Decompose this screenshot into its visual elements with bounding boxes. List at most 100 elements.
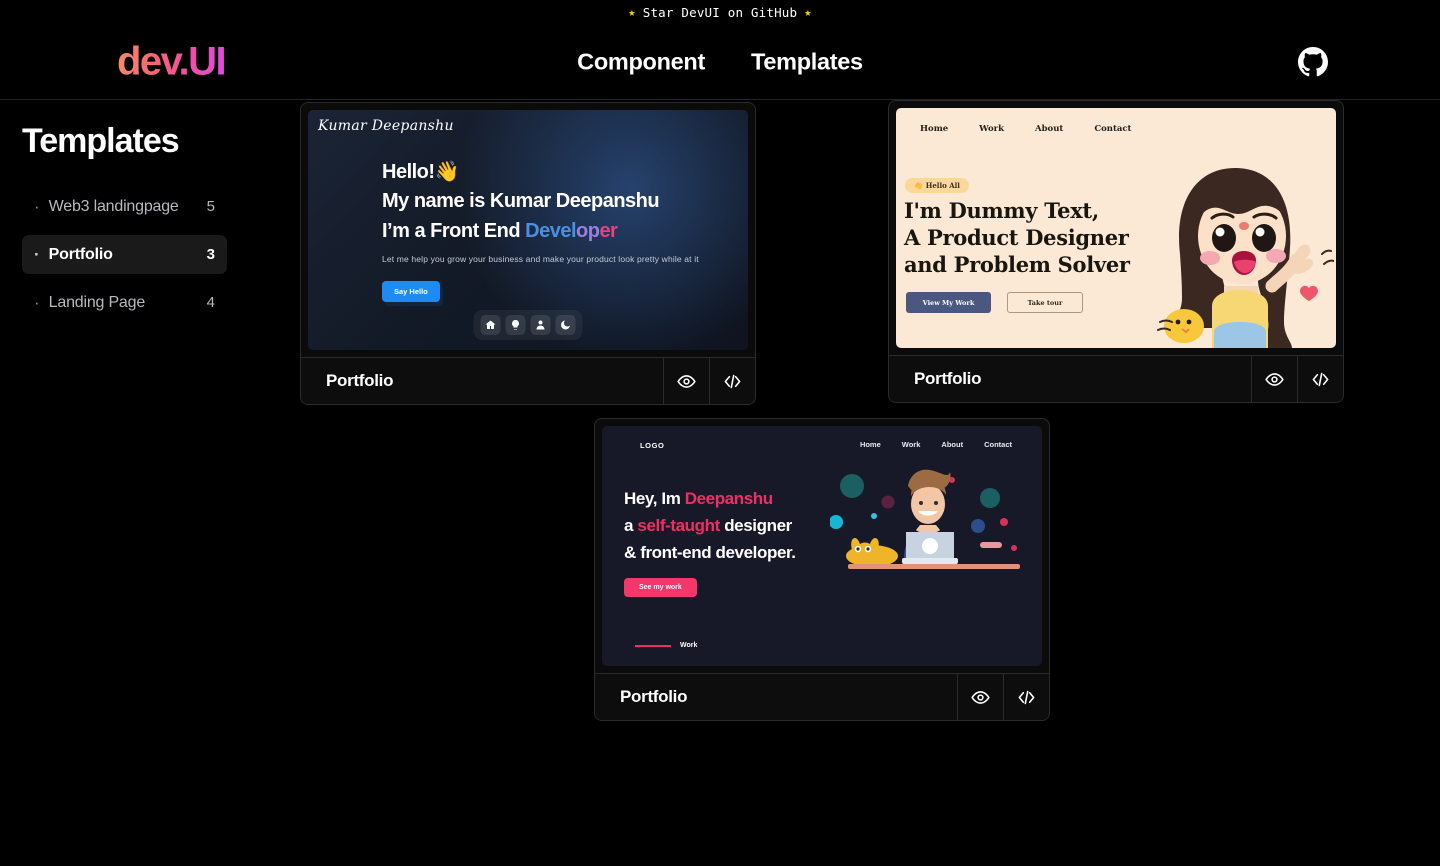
hero-nav-about[interactable]: About <box>1035 124 1063 134</box>
hero-work-indicator: Work <box>635 642 697 649</box>
hero-headline-line-2: a self-taught designer <box>624 513 796 540</box>
divider-line <box>635 644 671 647</box>
sidebar: Templates · Web3 landingpage 5 · Portfol… <box>0 100 300 866</box>
template-card[interactable]: LOGO Home Work About Contact Hey, Im Dee… <box>594 418 1050 721</box>
sidebar-item-count: 3 <box>206 246 215 263</box>
hero-nav-contact[interactable]: Contact <box>1094 124 1131 134</box>
sidebar-item-count: 4 <box>206 294 215 311</box>
template-card-footer: Portfolio <box>889 355 1343 402</box>
sidebar-item-label: Portfolio <box>48 245 113 263</box>
sidebar-item-portfolio[interactable]: · Portfolio 3 <box>22 235 227 274</box>
template-card-footer: Portfolio <box>595 673 1049 720</box>
developer-at-desk-illustration <box>830 469 1020 569</box>
template-card-title: Portfolio <box>326 371 394 390</box>
hero-role-accent-b: op <box>576 219 600 242</box>
hero-role-prefix: a <box>624 515 638 535</box>
hero-nav: Home Work About Contact <box>920 124 1131 134</box>
code-icon[interactable] <box>1003 674 1049 720</box>
hero-role-accent-a: Devel <box>525 219 576 242</box>
page-body: Templates · Web3 landingpage 5 · Portfol… <box>0 100 1440 866</box>
template-preview-image: LOGO Home Work About Contact Hey, Im Dee… <box>602 426 1042 666</box>
hero-work-label: Work <box>680 642 698 649</box>
hero-headline: Hey, Im Deepanshu a self-taught designer… <box>624 486 796 567</box>
hero-badge: 👋 Hello All <box>905 178 969 193</box>
hero-buttons: View My Work Take tour <box>906 292 1083 313</box>
eye-icon[interactable] <box>957 674 1003 720</box>
portfolio-navy-hero: LOGO Home Work About Contact Hey, Im Dee… <box>602 426 1042 666</box>
code-icon[interactable] <box>709 358 755 404</box>
sidebar-item-landing-page[interactable]: · Landing Page 4 <box>22 283 227 322</box>
hero-headline-line-1: Hey, Im Deepanshu <box>624 486 796 513</box>
sidebar-item-label: Web3 landingpage <box>48 197 179 215</box>
hero-headline-line-3: and Problem Solver <box>904 251 1130 277</box>
hero-role-suffix: designer <box>719 515 792 535</box>
hero-badge-label: Hello All <box>925 181 960 190</box>
hero-role-accent: self-taught <box>637 515 720 535</box>
star-icon: ★ <box>804 5 812 19</box>
bullet-icon: · <box>34 197 40 216</box>
template-card-footer: Portfolio <box>301 357 755 404</box>
lightbulb-icon[interactable] <box>505 315 526 335</box>
template-card-title: Portfolio <box>914 369 982 388</box>
site-header: dev.UI Component Templates <box>0 24 1440 100</box>
github-star-banner[interactable]: ★ Star DevUI on GitHub ★ <box>0 0 1440 24</box>
hero-nav-about[interactable]: About <box>941 440 963 449</box>
brand-logo[interactable]: dev.UI <box>117 39 227 84</box>
template-preview-image: Kumar Deepanshu Hello!👋 My name is Kumar… <box>308 110 748 350</box>
hero-line-3: I’m a Front End Developer <box>382 217 699 246</box>
hero-role-accent-c: er <box>599 219 618 242</box>
template-card-title: Portfolio <box>620 687 688 706</box>
say-hello-button[interactable]: Say Hello <box>382 281 440 303</box>
hero-nav-work[interactable]: Work <box>979 124 1004 134</box>
hero-nav-home[interactable]: Home <box>920 124 948 134</box>
hero-headline-line-1: I'm Dummy Text, <box>904 198 1099 223</box>
hero-headline-line-3: & front-end developer. <box>624 542 796 562</box>
portfolio-cream-hero: Home Work About Contact 👋 Hello All I'm … <box>896 108 1336 348</box>
sidebar-item-web3-landingpage[interactable]: · Web3 landingpage 5 <box>22 187 227 226</box>
hero-line-2: My name is Kumar Deepanshu <box>382 190 660 213</box>
hero-headline-line-2: A Product Designer <box>904 224 1129 250</box>
star-icon: ★ <box>628 5 636 19</box>
hero-headline: I'm Dummy Text, A Product Designer and P… <box>904 198 1130 279</box>
hero-signature: Kumar Deepanshu <box>318 118 454 134</box>
template-card[interactable]: Home Work About Contact 👋 Hello All I'm … <box>888 100 1344 403</box>
nav-item-component[interactable]: Component <box>577 48 705 75</box>
wave-emoji-icon: 👋 <box>434 161 460 183</box>
hero-nav-work[interactable]: Work <box>902 440 921 449</box>
see-my-work-button[interactable]: See my work <box>624 578 697 597</box>
hero-nav: Home Work About Contact <box>860 440 1012 449</box>
bullet-icon: · <box>34 245 40 264</box>
banner-text: Star DevUI on GitHub <box>642 4 798 20</box>
take-tour-button[interactable]: Take tour <box>1007 292 1083 313</box>
view-my-work-button[interactable]: View My Work <box>906 292 991 313</box>
template-preview-image: Home Work About Contact 👋 Hello All I'm … <box>896 108 1336 348</box>
eye-icon[interactable] <box>1251 356 1297 402</box>
hero-logo: LOGO <box>640 441 665 450</box>
hero-nav-home[interactable]: Home <box>860 440 881 449</box>
template-grid: Kumar Deepanshu Hello!👋 My name is Kumar… <box>300 100 1440 866</box>
person-icon[interactable] <box>530 315 551 335</box>
hero-nav-contact[interactable]: Contact <box>984 440 1012 449</box>
bullet-icon: · <box>34 293 40 312</box>
nav-item-templates[interactable]: Templates <box>751 48 863 75</box>
hero-subtitle: Let me help you grow your business and m… <box>382 254 699 265</box>
github-icon[interactable] <box>1298 46 1328 77</box>
sidebar-item-label: Landing Page <box>48 293 146 311</box>
moon-icon[interactable] <box>555 315 576 335</box>
main-nav: Component Templates <box>577 48 863 75</box>
hero-content: Hello!👋 My name is Kumar Deepanshu I’m a… <box>382 158 699 303</box>
wave-emoji-icon: 👋 <box>914 181 923 190</box>
hero-greeting: Hello! <box>382 161 435 183</box>
hero-dock <box>473 310 583 340</box>
girl-waving-illustration <box>1157 168 1334 348</box>
code-icon[interactable] <box>1297 356 1343 402</box>
eye-icon[interactable] <box>663 358 709 404</box>
template-card[interactable]: Kumar Deepanshu Hello!👋 My name is Kumar… <box>300 102 756 405</box>
home-icon[interactable] <box>480 315 501 335</box>
portfolio-dark-hero: Kumar Deepanshu Hello!👋 My name is Kumar… <box>308 110 748 350</box>
sidebar-item-count: 5 <box>206 198 215 215</box>
hero-greeting: Hey, Im <box>624 489 685 508</box>
hero-role-prefix: I’m a Front End <box>382 219 526 242</box>
hero-name-accent: Deepanshu <box>684 489 773 508</box>
hero-line-1: Hello!👋 <box>382 158 699 187</box>
